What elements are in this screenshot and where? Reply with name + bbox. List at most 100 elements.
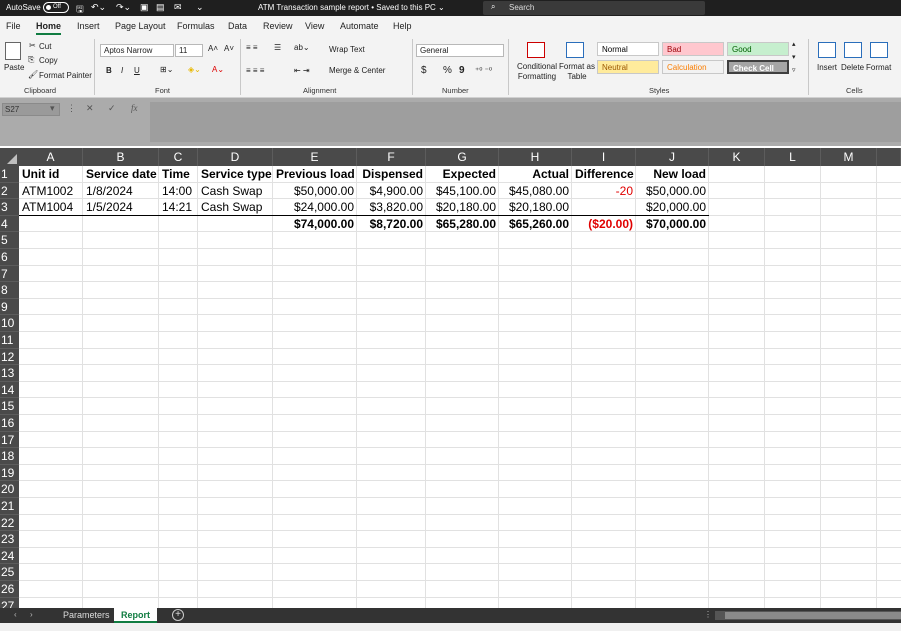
cell-d4[interactable] [198, 216, 273, 233]
row-header[interactable]: 26 [0, 581, 19, 598]
insert-function-icon[interactable]: fx [131, 103, 138, 113]
styles-scroll-down-icon[interactable]: ▾ [792, 53, 796, 61]
cell-h3[interactable]: $20,180.00 [499, 199, 572, 216]
comma-style-button[interactable]: 9 [459, 65, 465, 76]
decrease-font-size-icon[interactable]: A˅ [224, 44, 234, 53]
column-header-f[interactable]: F [357, 148, 426, 166]
bold-button[interactable]: B [106, 66, 112, 75]
cell-c2[interactable]: 14:00 [159, 183, 198, 200]
cell-a2[interactable]: ATM1002 [19, 183, 83, 200]
cell-a4[interactable] [19, 216, 83, 233]
cell-a1[interactable]: Unit id [19, 166, 83, 183]
cell-d2[interactable]: Cash Swap [198, 183, 273, 200]
search-box[interactable]: ⌕ Search [483, 1, 705, 15]
select-all-button[interactable] [0, 148, 19, 166]
cell-i4[interactable]: ($20.00) [572, 216, 636, 233]
column-header-g[interactable]: G [426, 148, 499, 166]
autosave-toggle[interactable]: Off [43, 2, 69, 13]
row-header[interactable]: 22 [0, 514, 19, 532]
delete-cells-icon[interactable] [844, 42, 862, 58]
format-cells-button[interactable]: Format [866, 63, 891, 72]
row-header[interactable]: 8 [0, 282, 19, 299]
cell-d1[interactable]: Service type [198, 166, 273, 183]
tab-page-layout[interactable]: Page Layout [115, 21, 166, 31]
column-header-c[interactable]: C [159, 148, 198, 166]
row-header[interactable]: 5 [0, 232, 19, 249]
increase-font-size-icon[interactable]: A˄ [208, 44, 218, 53]
cell-f1[interactable]: Dispensed [357, 166, 426, 183]
copy-button[interactable]: Copy [39, 56, 58, 65]
column-header-k[interactable]: K [709, 148, 765, 166]
tab-automate[interactable]: Automate [340, 21, 379, 31]
cell-e2[interactable]: $50,000.00 [273, 183, 357, 200]
cell-g2[interactable]: $45,100.00 [426, 183, 499, 200]
align-bottom-icon[interactable]: ☰ [274, 43, 281, 52]
cell-c3[interactable]: 14:21 [159, 199, 198, 216]
format-painter-icon[interactable]: 🖌 [28, 70, 38, 79]
row-header[interactable]: 17 [0, 431, 19, 449]
percent-button[interactable]: % [443, 65, 452, 76]
cell-b2[interactable]: 1/8/2024 [83, 183, 159, 200]
tab-help[interactable]: Help [393, 21, 412, 31]
format-as-table-icon[interactable] [566, 42, 584, 58]
cell-c1[interactable]: Time [159, 166, 198, 183]
row-header[interactable]: 13 [0, 365, 19, 382]
row-header[interactable]: 23 [0, 531, 19, 548]
tab-view[interactable]: View [305, 21, 324, 31]
cell-f2[interactable]: $4,900.00 [357, 183, 426, 200]
column-header-i[interactable]: I [572, 148, 636, 166]
formula-input[interactable] [150, 102, 901, 142]
print-preview-icon[interactable]: ▤ [156, 2, 165, 13]
customize-toolbar-icon[interactable]: ⌄ [196, 2, 204, 13]
cell-style-check-cell[interactable]: Check Cell [727, 60, 789, 74]
tab-data[interactable]: Data [228, 21, 247, 31]
cell-h2[interactable]: $45,080.00 [499, 183, 572, 200]
cancel-icon[interactable]: ✕ [86, 103, 94, 114]
orientation-icon[interactable]: ab⌄ [294, 43, 310, 52]
cell-style-calculation[interactable]: Calculation [662, 60, 724, 74]
tab-split-handle[interactable]: ⋮ [704, 610, 712, 619]
cell-i3[interactable] [572, 199, 636, 216]
cell-style-neutral[interactable]: Neutral [597, 60, 659, 74]
merge-center-button[interactable]: Merge & Center [329, 66, 385, 75]
conditional-formatting-button[interactable]: Conditional Formatting [515, 62, 559, 82]
styles-more-icon[interactable]: ▿ [792, 66, 796, 74]
cell-i1[interactable]: Difference [572, 166, 636, 183]
cell-e4[interactable]: $74,000.00 [273, 216, 357, 233]
cell-b4[interactable] [83, 216, 159, 233]
cell-g4[interactable]: $65,280.00 [426, 216, 499, 233]
cell-g3[interactable]: $20,180.00 [426, 199, 499, 216]
cell-e3[interactable]: $24,000.00 [273, 199, 357, 216]
align-top-icon[interactable]: ≡ ≡ [246, 43, 258, 52]
enter-icon[interactable]: ✓ [108, 103, 116, 114]
row-header[interactable]: 14 [0, 381, 19, 399]
align-left-icon[interactable]: ≡ ≡ ≡ [246, 66, 264, 75]
column-header-l[interactable]: L [765, 148, 821, 166]
cell-i2[interactable]: -20 [572, 183, 636, 200]
cell-f3[interactable]: $3,820.00 [357, 199, 426, 216]
row-header[interactable]: 1 [0, 166, 19, 183]
row-header[interactable]: 3 [0, 199, 19, 216]
cell-style-bad[interactable]: Bad [662, 42, 724, 56]
next-sheet-icon[interactable]: › [30, 610, 33, 619]
cell-d3[interactable]: Cash Swap [198, 199, 273, 216]
fill-color-icon[interactable]: ◈⌄ [188, 65, 201, 74]
tab-insert[interactable]: Insert [77, 21, 100, 31]
number-format-select[interactable]: General [416, 44, 504, 57]
delete-cells-button[interactable]: Delete [841, 63, 864, 72]
cell-j3[interactable]: $20,000.00 [636, 199, 709, 216]
copy-icon[interactable]: ⎘ [28, 55, 34, 65]
cell-j1[interactable]: New load [636, 166, 709, 183]
row-header[interactable]: 4 [0, 215, 19, 233]
format-cells-icon[interactable] [870, 42, 888, 58]
cell-h4[interactable]: $65,260.00 [499, 216, 572, 233]
cell-g1[interactable]: Expected [426, 166, 499, 183]
name-box-dropdown-icon[interactable]: ▾ [50, 103, 55, 114]
borders-icon[interactable]: ⊞⌄ [160, 65, 173, 74]
row-header[interactable]: 20 [0, 481, 19, 498]
cut-icon[interactable]: ✂ [29, 41, 36, 50]
row-header[interactable]: 12 [0, 348, 19, 366]
quick-print-icon[interactable]: ▣ [140, 2, 149, 13]
row-header[interactable]: 24 [0, 547, 19, 565]
sheet-tab-parameters[interactable]: Parameters [56, 608, 117, 623]
